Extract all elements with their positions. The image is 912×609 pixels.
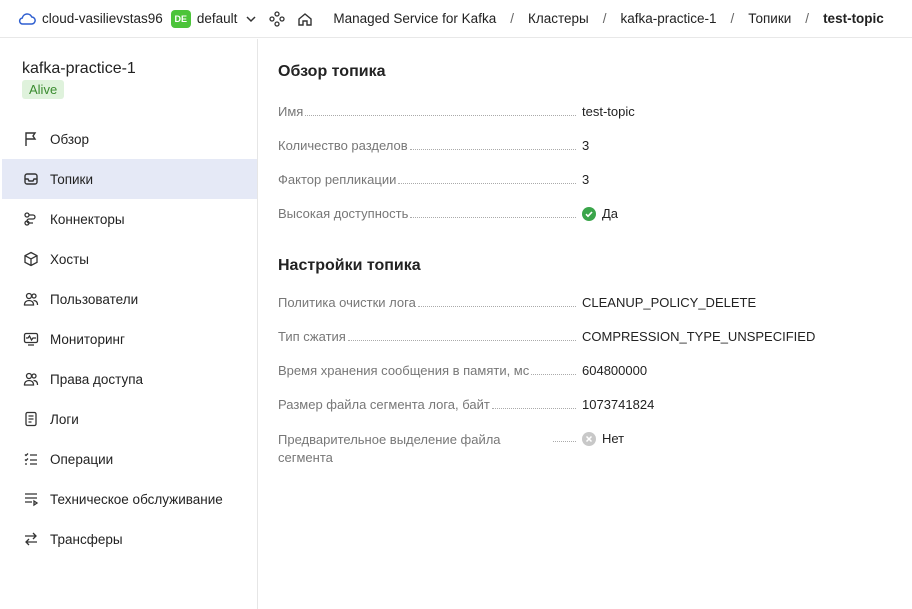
chevron-down-icon[interactable]	[245, 13, 257, 25]
transfer-icon	[22, 530, 40, 548]
row-key: Тип сжатия	[278, 329, 576, 344]
row-value: COMPRESSION_TYPE_UNSPECIFIED	[582, 329, 816, 344]
sidebar-item-label: Трансферы	[50, 531, 123, 547]
row-key: Фактор репликации	[278, 172, 576, 187]
row-key-label: Высокая доступность	[278, 206, 411, 221]
dotted-leader	[347, 340, 576, 341]
dotted-leader	[409, 149, 576, 150]
row-value: test-topic	[582, 104, 635, 119]
breadcrumb-clusters[interactable]: Кластеры	[528, 11, 589, 26]
sidebar-item-label: Обзор	[50, 131, 89, 147]
breadcrumb-current: test-topic	[823, 11, 884, 26]
breadcrumb-service[interactable]: Managed Service for Kafka	[333, 11, 496, 26]
settings-title: Настройки топика	[278, 257, 421, 274]
sidebar-item-maintenance[interactable]: Техническое обслуживание	[2, 479, 257, 519]
row-key: Предварительное выделение файла сегмента	[278, 431, 576, 467]
row-key-line2: сегмента	[278, 450, 333, 465]
row-value: 1073741824	[582, 397, 655, 412]
cube-icon	[22, 250, 40, 268]
sidebar-item-label: Операции	[50, 451, 114, 467]
sidebar-item-label: Топики	[50, 171, 93, 187]
maintenance-icon	[22, 490, 40, 508]
preallocate-value: Нет	[602, 431, 625, 446]
home-icon[interactable]	[297, 11, 313, 27]
monitor-icon	[22, 330, 40, 348]
cloud-selector[interactable]: cloud-vasilievstas96	[42, 11, 163, 26]
sidebar-item-operations[interactable]: Операции	[2, 439, 257, 479]
logs-icon	[22, 410, 40, 428]
row-key-line1: Предварительное выделение файла	[278, 432, 501, 447]
row-value: 3	[582, 172, 590, 187]
row-key: Политика очистки лога	[278, 295, 576, 310]
x-circle-icon	[582, 431, 596, 446]
check-circle-icon	[582, 206, 596, 221]
folder-selector[interactable]: default	[197, 11, 238, 26]
row-key-label: Время хранения сообщения в памяти, мс	[278, 363, 532, 378]
settings-row-preallocate: Предварительное выделение файла сегмента…	[278, 431, 898, 471]
row-key-label: Тип сжатия	[278, 329, 348, 344]
sidebar-item-transfers[interactable]: Трансферы	[2, 519, 257, 559]
row-key-label: Размер файла сегмента лога, байт	[278, 397, 492, 412]
breadcrumb-separator: /	[510, 11, 514, 26]
sidebar-item-overview[interactable]: Обзор	[2, 119, 257, 159]
row-key: Время хранения сообщения в памяти, мс	[278, 363, 576, 378]
users-access-icon	[22, 370, 40, 388]
row-key-label: Фактор репликации	[278, 172, 399, 187]
sidebar-nav: Обзор Топики Коннекторы Хосты Пользовате…	[2, 119, 257, 559]
sidebar-item-users[interactable]: Пользователи	[2, 279, 257, 319]
sidebar-item-label: Техническое обслуживание	[50, 491, 223, 507]
row-value: 604800000	[582, 363, 648, 378]
dotted-leader	[552, 441, 576, 442]
sidebar-item-connectors[interactable]: Коннекторы	[2, 199, 257, 239]
sidebar-item-logs[interactable]: Логи	[2, 399, 257, 439]
breadcrumb-separator: /	[602, 11, 607, 26]
row-key: Имя	[278, 104, 576, 119]
row-value: CLEANUP_POLICY_DELETE	[582, 295, 757, 310]
dotted-leader	[531, 374, 576, 375]
breadcrumb-topics[interactable]: Топики	[748, 11, 791, 26]
services-icon[interactable]	[269, 10, 286, 27]
sidebar-item-access[interactable]: Права доступа	[2, 359, 257, 399]
breadcrumb-cluster[interactable]: kafka-practice-1	[620, 11, 716, 26]
sidebar-item-label: Мониторинг	[50, 331, 125, 347]
operations-icon	[22, 450, 40, 468]
row-key: Размер файла сегмента лога, байт	[278, 397, 576, 412]
row-key-label: Предварительное выделение файла сегмента	[278, 431, 503, 467]
dotted-leader	[491, 408, 576, 409]
top-bar: cloud-vasilievstas96 DE default Managed …	[0, 0, 912, 38]
sidebar-item-label: Логи	[50, 411, 79, 427]
row-value: 3	[582, 138, 590, 153]
dotted-leader	[417, 306, 576, 307]
dotted-leader	[305, 115, 576, 116]
row-key: Количество разделов	[278, 138, 576, 153]
overview-title: Обзор топика	[278, 63, 386, 80]
breadcrumb-separator: /	[730, 11, 735, 26]
sidebar: kafka-practice-1 Alive Обзор Топики Конн…	[2, 39, 258, 609]
connector-icon	[22, 210, 40, 228]
row-key-label: Политика очистки лога	[278, 295, 418, 310]
row-value: Да	[582, 206, 618, 221]
sidebar-item-label: Пользователи	[50, 291, 139, 307]
breadcrumb-separator: /	[805, 11, 810, 26]
flag-icon	[22, 130, 40, 148]
cluster-title: kafka-practice-1	[22, 60, 136, 77]
row-key-label: Количество разделов	[278, 138, 410, 153]
sidebar-item-hosts[interactable]: Хосты	[2, 239, 257, 279]
folder-badge: DE	[170, 9, 191, 28]
row-value: Нет	[582, 431, 624, 446]
status-badge: Alive	[22, 80, 65, 99]
inbox-icon	[22, 170, 40, 188]
row-key: Высокая доступность	[278, 206, 576, 221]
sidebar-item-monitoring[interactable]: Мониторинг	[2, 319, 257, 359]
users-icon	[22, 290, 40, 308]
sidebar-item-label: Права доступа	[50, 371, 144, 387]
dotted-leader	[398, 183, 576, 184]
dotted-leader	[410, 217, 576, 218]
row-key-label: Имя	[278, 104, 306, 119]
ha-value: Да	[602, 206, 619, 221]
sidebar-item-topics[interactable]: Топики	[2, 159, 257, 199]
cloud-icon	[18, 12, 36, 26]
sidebar-item-label: Коннекторы	[50, 211, 125, 227]
sidebar-item-label: Хосты	[50, 251, 89, 267]
